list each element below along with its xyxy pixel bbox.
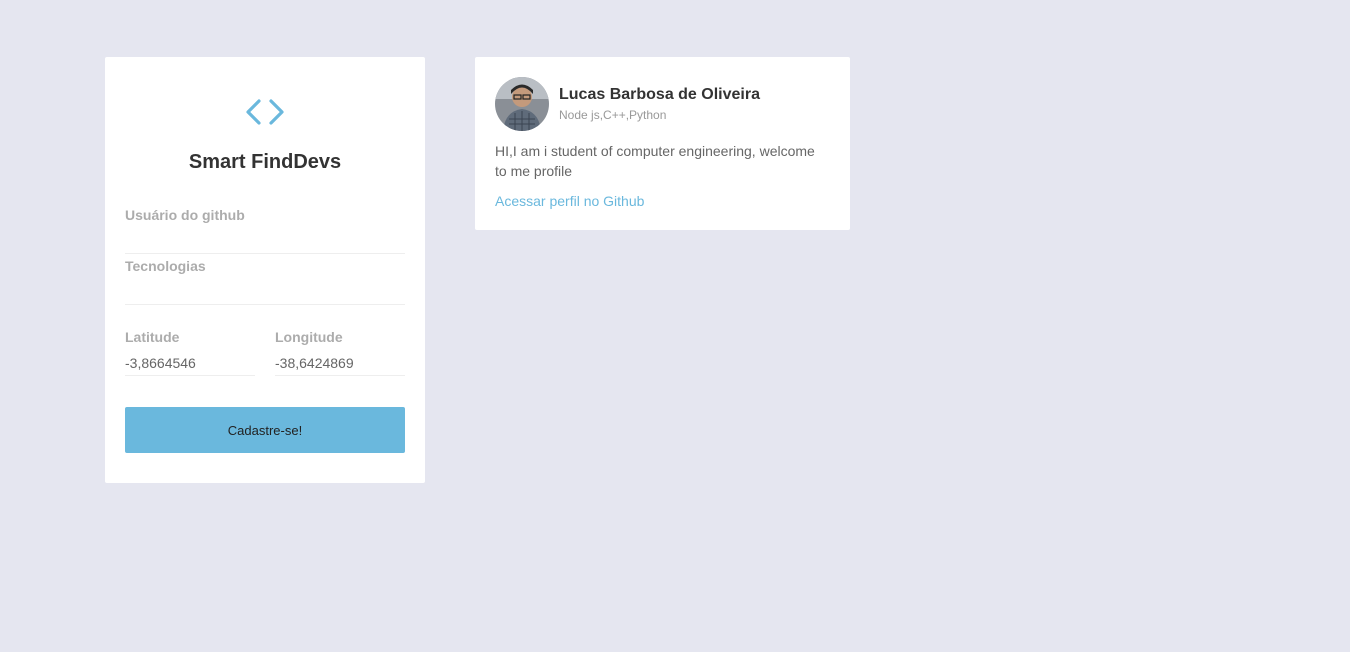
techs-input[interactable] — [125, 279, 405, 305]
latitude-input[interactable] — [125, 350, 255, 376]
github-profile-link[interactable]: Acessar perfil no Github — [495, 193, 644, 209]
github-user-input[interactable] — [125, 228, 405, 254]
longitude-label: Longitude — [275, 329, 343, 345]
latitude-label: Latitude — [125, 329, 180, 345]
register-button[interactable]: Cadastre-se! — [125, 407, 405, 453]
dev-card: Lucas Barbosa de Oliveira Node js,C++,Py… — [475, 57, 850, 230]
github-user-label: Usuário do github — [125, 207, 245, 223]
dev-bio: HI,I am i student of computer engineerin… — [495, 143, 815, 179]
dev-techs: Node js,C++,Python — [559, 108, 667, 122]
register-form-card: Smart FindDevs Usuário do github Tecnolo… — [105, 57, 425, 483]
dev-name: Lucas Barbosa de Oliveira — [559, 86, 760, 103]
avatar — [495, 77, 549, 131]
code-brackets-icon — [246, 99, 284, 125]
techs-label: Tecnologias — [125, 258, 206, 274]
longitude-input[interactable] — [275, 350, 405, 376]
app-title: Smart FindDevs — [188, 151, 342, 173]
